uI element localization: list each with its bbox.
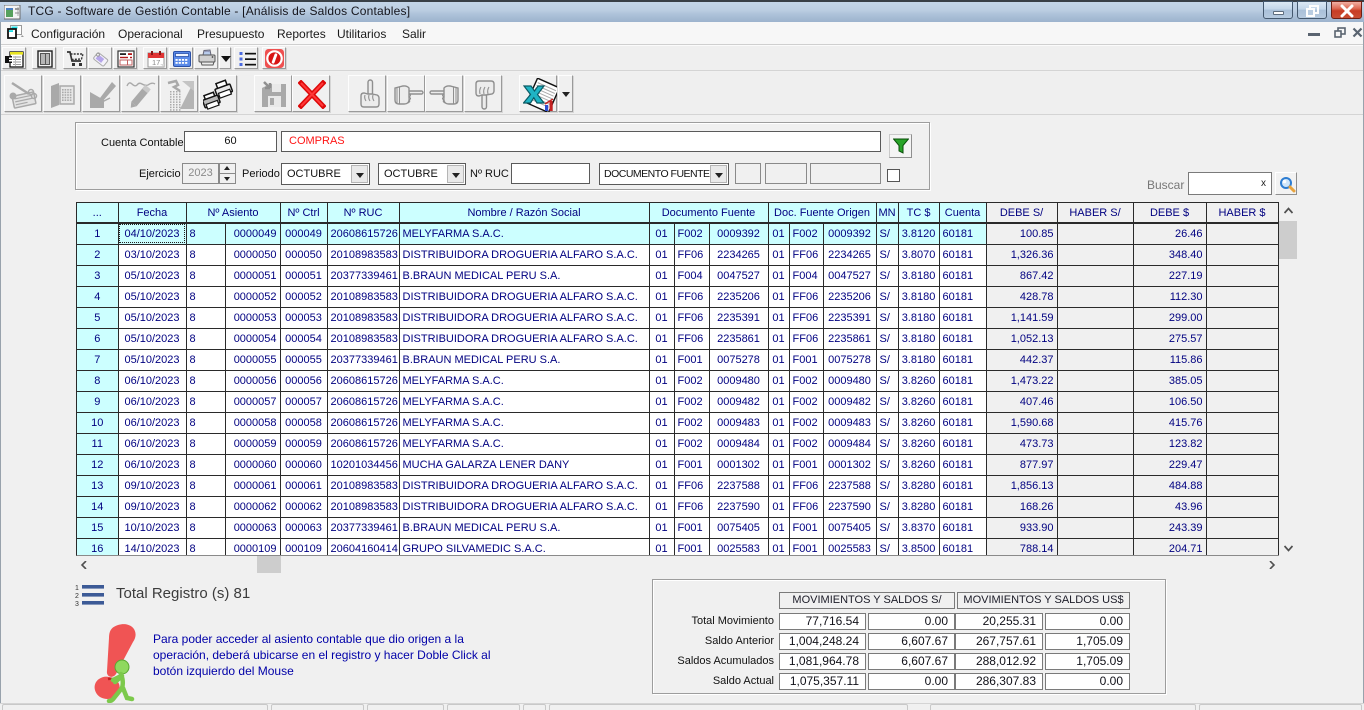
- svg-text:2: 2: [75, 593, 79, 600]
- svg-text:17: 17: [152, 58, 160, 67]
- svg-text:1: 1: [75, 585, 79, 592]
- svg-text:3: 3: [75, 601, 79, 607]
